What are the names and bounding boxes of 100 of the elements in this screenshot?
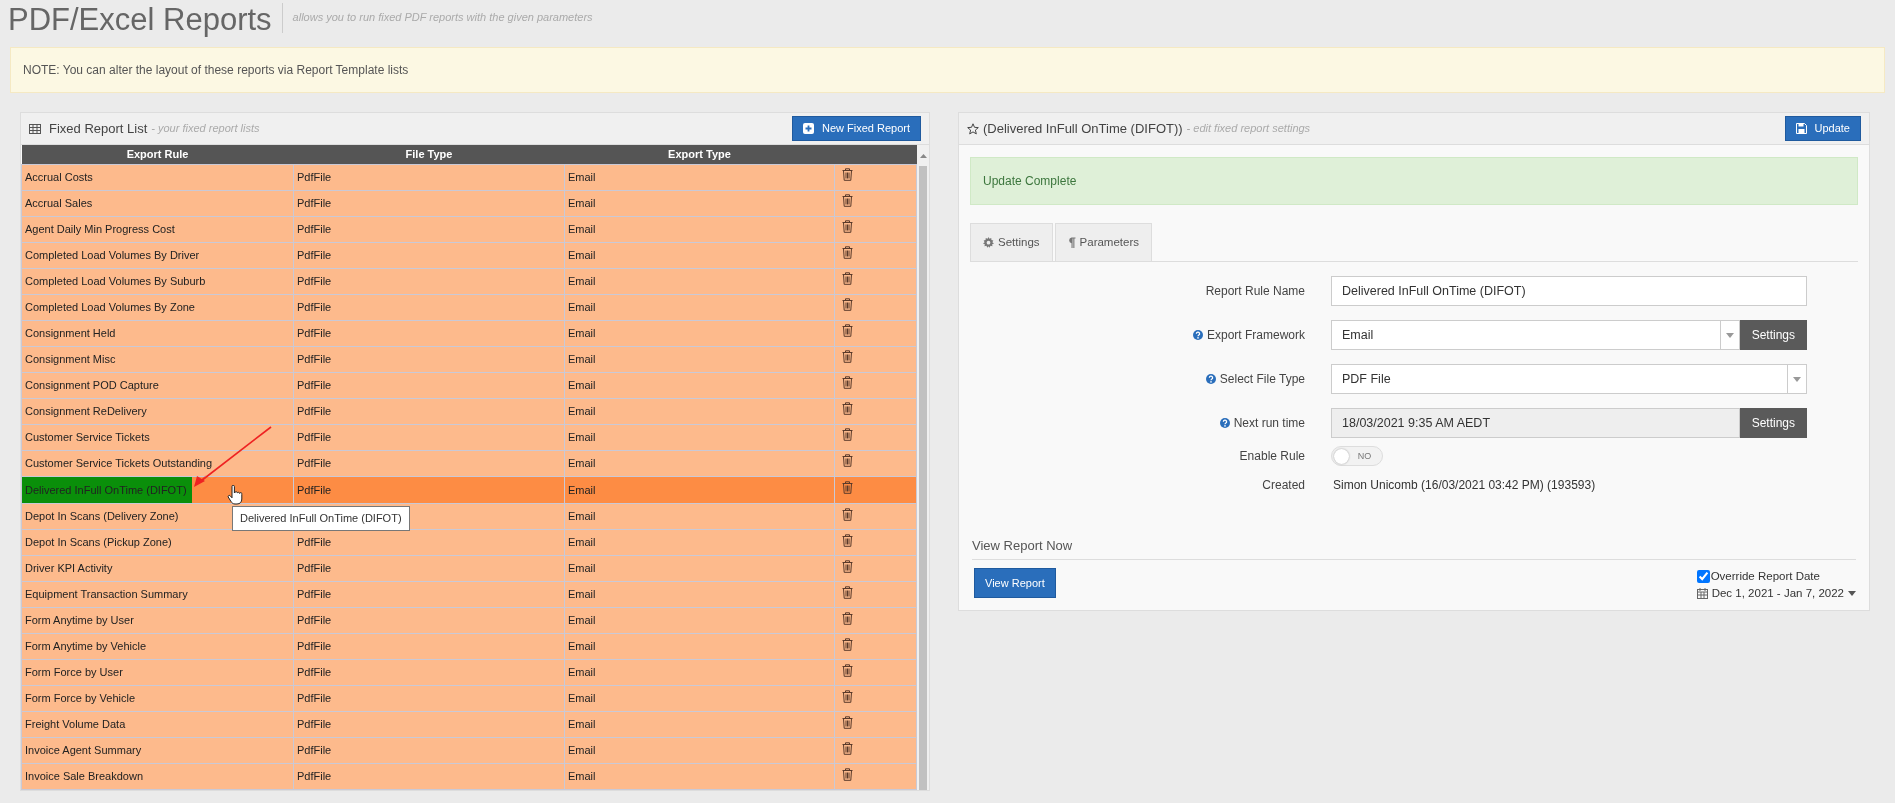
delete-button[interactable] <box>842 376 853 390</box>
trash-icon <box>842 402 853 416</box>
input-field[interactable]: Delivered InFull OnTime (DIFOT) <box>1331 276 1807 307</box>
table-cell: Email <box>564 659 835 686</box>
column-header: File Type <box>293 145 565 164</box>
table-cell: Invoice Sale Breakdown <box>21 763 294 790</box>
delete-button[interactable] <box>842 715 853 729</box>
table-cell: Form Anytime by User <box>21 607 294 634</box>
delete-button[interactable] <box>842 194 853 208</box>
table-row[interactable]: Completed Load Volumes By Driver PdfFile Email <box>21 242 917 268</box>
table-row[interactable]: Consignment Misc PdfFile Email <box>21 346 917 372</box>
input-field[interactable]: 18/03/2021 9:35 AM AEDT <box>1331 408 1740 439</box>
trash-icon <box>842 481 853 494</box>
dropdown[interactable]: Email <box>1331 320 1740 351</box>
table-cell: PdfFile <box>293 763 565 790</box>
table-row[interactable]: Agent Daily Min Progress Cost PdfFile Email <box>21 216 917 242</box>
table-cell: Email <box>564 164 835 190</box>
delete-button[interactable] <box>842 741 853 755</box>
table-row[interactable]: Consignment POD Capture PdfFile Email <box>21 372 917 398</box>
tab[interactable]: Parameters <box>1054 223 1152 262</box>
table-cell: Email <box>564 242 835 268</box>
table-row[interactable]: Customer Service Tickets PdfFile Email <box>21 424 917 450</box>
tab[interactable]: Settings <box>970 223 1053 262</box>
scrollbar[interactable] <box>917 145 929 790</box>
trash-icon <box>842 611 853 625</box>
calendar-icon <box>1696 588 1708 600</box>
success-message: Update Complete <box>970 157 1858 205</box>
table-row[interactable]: Completed Load Volumes By Zone PdfFile Email <box>21 294 917 320</box>
section-heading: View Report Now <box>972 536 1856 560</box>
delete-button[interactable] <box>842 611 853 625</box>
trash-icon <box>842 246 853 260</box>
table-cell: PdfFile <box>293 555 565 582</box>
settings-button[interactable]: Settings <box>1739 320 1807 351</box>
view-report-button[interactable]: View Report <box>974 567 1056 599</box>
table-row[interactable]: Invoice Agent Summary PdfFile Email <box>21 737 917 764</box>
delete-button[interactable] <box>842 481 853 494</box>
delete-button[interactable] <box>842 220 853 234</box>
table-row[interactable]: Form Anytime by User PdfFile Email <box>21 607 917 634</box>
trash-icon <box>842 689 853 703</box>
trash-icon <box>842 168 853 182</box>
delete-button[interactable] <box>842 689 853 703</box>
delete-button[interactable] <box>842 585 853 599</box>
delete-button[interactable] <box>842 246 853 260</box>
delete-button[interactable] <box>842 637 853 651</box>
delete-button[interactable] <box>842 324 853 338</box>
table-cell: Email <box>564 320 835 346</box>
delete-button[interactable] <box>842 428 853 442</box>
table-row[interactable]: Consignment Held PdfFile Email <box>21 320 917 346</box>
delete-button[interactable] <box>842 533 853 547</box>
toggle-switch[interactable]: NO <box>1331 446 1383 467</box>
table-row[interactable]: Freight Volume Data PdfFile Email <box>21 711 917 738</box>
table-row[interactable]: Customer Service Tickets Outstanding PdfFile Email <box>21 450 917 476</box>
table-row[interactable]: Form Force by Vehicle PdfFile Email <box>21 685 917 712</box>
table-cell: Freight Volume Data <box>21 711 294 738</box>
table-row[interactable]: Accrual Sales PdfFile Email <box>21 190 917 216</box>
update-button[interactable]: Update <box>1784 116 1861 141</box>
delete-button[interactable] <box>842 663 853 677</box>
date-range-picker[interactable]: Dec 1, 2021 - Jan 7, 2022 <box>1696 585 1856 603</box>
table-row[interactable]: Completed Load Volumes By Suburb PdfFile Email <box>21 268 917 294</box>
delete-button[interactable] <box>842 272 853 286</box>
table-row[interactable]: Consignment ReDelivery PdfFile Email <box>21 398 917 424</box>
table-row[interactable]: Depot In Scans (Pickup Zone) PdfFile Email <box>21 529 917 556</box>
table-row[interactable]: Equipment Transaction Summary PdfFile Email <box>21 581 917 608</box>
delete-button[interactable] <box>842 298 853 312</box>
table-cell: Consignment ReDelivery <box>21 398 294 424</box>
table-cell: Form Force by User <box>21 659 294 686</box>
table-cell: Consignment Held <box>21 320 294 346</box>
delete-button[interactable] <box>842 454 853 468</box>
field-label: Report Rule Name <box>1205 283 1305 301</box>
table-row[interactable]: Form Force by User PdfFile Email <box>21 659 917 686</box>
table-cell: PdfFile <box>293 659 565 686</box>
delete-button[interactable] <box>842 507 853 521</box>
checkbox[interactable] <box>1696 569 1710 583</box>
dropdown[interactable]: PDF File <box>1331 364 1807 395</box>
table-row[interactable]: Accrual Costs PdfFile Email <box>21 164 917 190</box>
delete-button[interactable] <box>842 350 853 364</box>
table-cell: Email <box>564 737 835 764</box>
delete-button[interactable] <box>842 402 853 416</box>
delete-button[interactable] <box>842 559 853 573</box>
new-report-button[interactable]: New Fixed Report <box>791 116 921 141</box>
table-row[interactable]: Driver KPI Activity PdfFile Email <box>21 555 917 582</box>
table-cell: Equipment Transaction Summary <box>21 581 294 608</box>
star-icon <box>967 122 979 135</box>
delete-button[interactable] <box>842 767 853 781</box>
table-row[interactable]: Form Anytime by Vehicle PdfFile Email <box>21 633 917 660</box>
delete-button[interactable] <box>842 168 853 182</box>
trash-icon <box>842 220 853 234</box>
column-header: Export Type <box>564 145 835 164</box>
page-title: PDF/Excel Reports <box>8 4 273 35</box>
table-cell: Accrual Sales <box>21 190 294 216</box>
table-cell: PdfFile <box>293 190 565 216</box>
table-cell: Depot In Scans (Pickup Zone) <box>21 529 294 556</box>
table-cell: Email <box>564 503 835 530</box>
table-row[interactable]: Delivered InFull OnTime (DIFOT) PdfFile Email <box>21 476 917 504</box>
table-cell: PdfFile <box>293 398 565 424</box>
settings-button[interactable]: Settings <box>1739 408 1807 439</box>
table-row[interactable]: Invoice Sale Breakdown PdfFile Email <box>21 763 917 790</box>
field-label: Enable Rule <box>1239 448 1305 466</box>
table-cell: Email <box>564 450 835 476</box>
trash-icon <box>842 350 853 364</box>
